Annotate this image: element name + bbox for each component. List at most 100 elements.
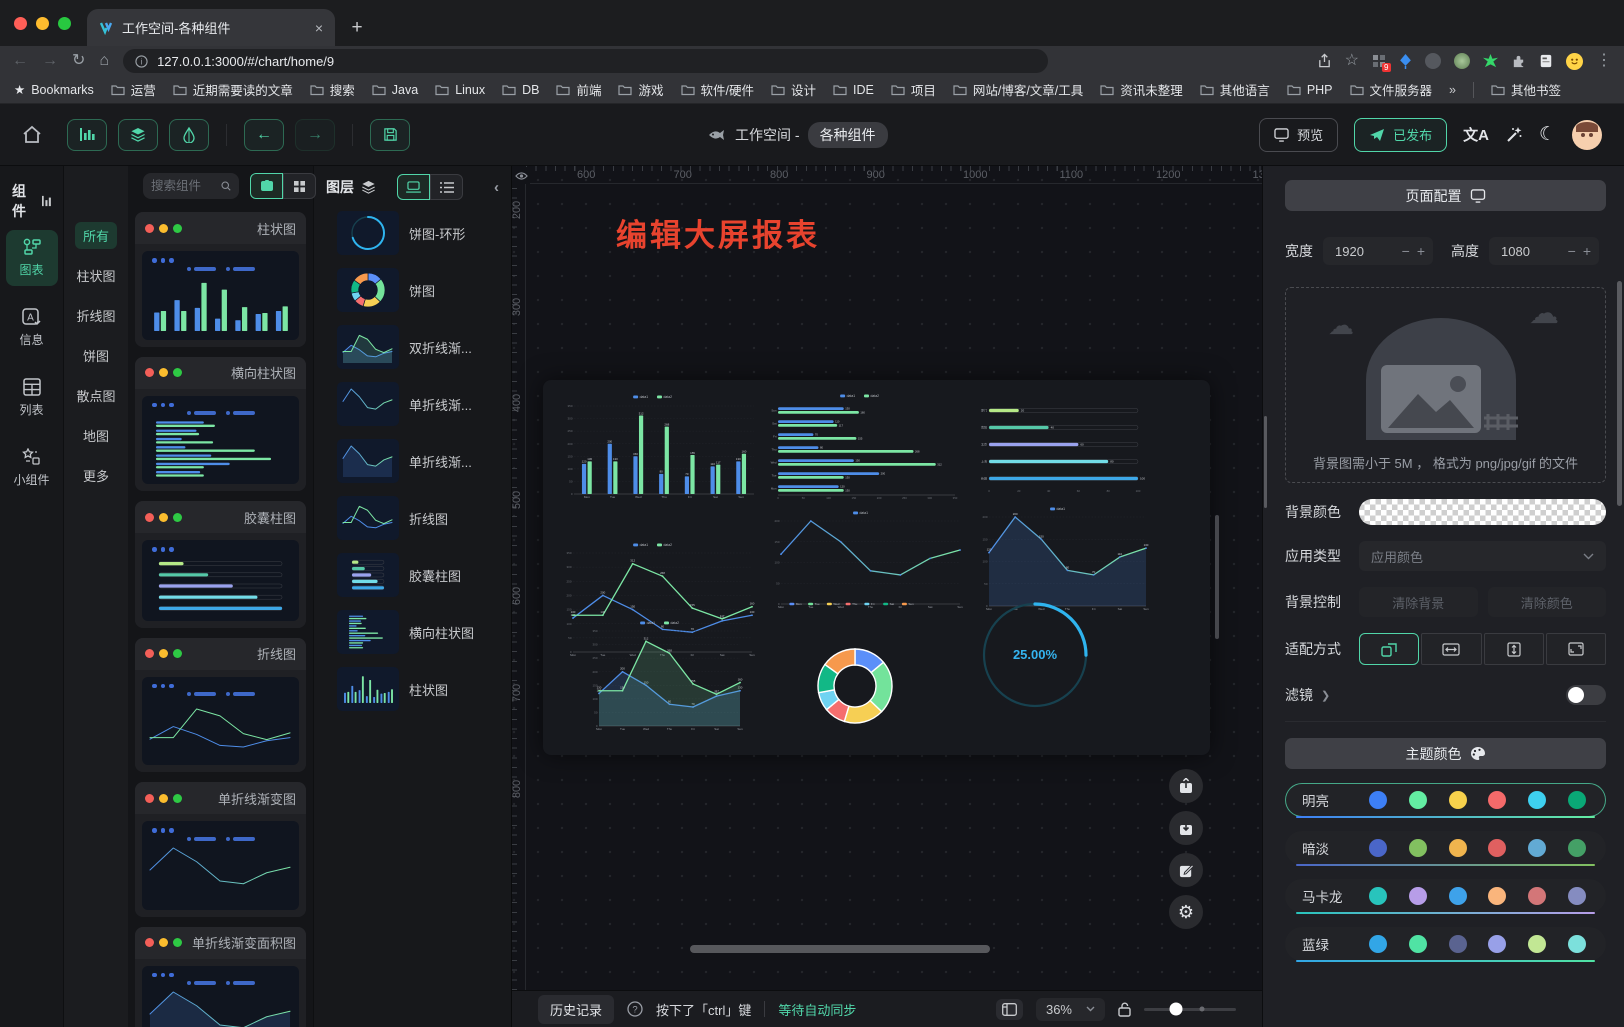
- dashboard-board[interactable]: 501001502002503003500data1data2120130Mon…: [543, 380, 1210, 755]
- preview-button[interactable]: 预览: [1259, 118, 1338, 152]
- zoom-slider[interactable]: [1144, 1008, 1236, 1011]
- window-scrollbar-thumb[interactable]: [1617, 281, 1622, 506]
- width-stepper[interactable]: 1920 −+: [1323, 237, 1433, 265]
- height-stepper[interactable]: 1080 −+: [1489, 237, 1599, 265]
- home-icon[interactable]: ⌂: [99, 53, 109, 69]
- zoom-slider-knob[interactable]: [1170, 1003, 1183, 1016]
- reload-icon[interactable]: ↻: [72, 53, 85, 69]
- layer-item[interactable]: 单折线渐...: [334, 436, 501, 486]
- kite-extension-icon[interactable]: [1399, 54, 1412, 69]
- config-toggle-button[interactable]: [169, 119, 209, 151]
- theme-row-2[interactable]: 马卡龙: [1285, 879, 1606, 913]
- component-card[interactable]: 柱状图: [135, 212, 306, 347]
- fit-scale-button[interactable]: [1359, 633, 1419, 665]
- browser-tab[interactable]: 工作空间-各种组件 ×: [87, 9, 335, 46]
- height-plus-button[interactable]: +: [1583, 243, 1591, 259]
- layer-item[interactable]: 单折线渐...: [334, 379, 501, 429]
- height-minus-button[interactable]: −: [1568, 243, 1576, 259]
- canvas-title-text[interactable]: 编辑大屏报表: [616, 210, 820, 255]
- bookmark-folder[interactable]: Linux: [435, 80, 485, 99]
- chart-pie-donut[interactable]: MonTueWedThuFriSatSun: [730, 598, 980, 748]
- zoom-select[interactable]: 36%: [1036, 998, 1105, 1021]
- category-item[interactable]: 柱状图: [68, 262, 123, 289]
- layer-item[interactable]: 饼图: [334, 265, 501, 315]
- bookmark-folder[interactable]: 设计: [771, 80, 816, 99]
- user-avatar[interactable]: [1572, 120, 1602, 150]
- bg-color-swatch[interactable]: [1359, 499, 1606, 525]
- lock-open-icon[interactable]: [1118, 1002, 1131, 1017]
- close-window-button[interactable]: [14, 17, 27, 30]
- address-bar[interactable]: i 127.0.0.1:3000/#/chart/home/9: [123, 49, 1048, 73]
- fit-height-button[interactable]: [1484, 633, 1544, 665]
- bookmark-folder[interactable]: 资讯未整理: [1100, 80, 1183, 99]
- chart-bar[interactable]: 501001502002503003500data1data2120130Mon…: [557, 392, 757, 504]
- bookmarks-manager[interactable]: ★Bookmarks: [14, 82, 94, 97]
- language-switch-icon[interactable]: 文A: [1463, 124, 1489, 145]
- bookmark-folder[interactable]: 文件服务器: [1350, 80, 1433, 99]
- dark-mode-moon-icon[interactable]: ☾: [1539, 123, 1556, 146]
- edit-button[interactable]: [1169, 853, 1203, 887]
- theme-color-header[interactable]: 主题颜色: [1285, 738, 1606, 769]
- app-home-icon[interactable]: [22, 125, 42, 144]
- bookmark-folder[interactable]: 网站/博客/文章/工具: [953, 80, 1083, 99]
- sidebar-item-3[interactable]: 小组件: [6, 440, 58, 496]
- macos-traffic-lights[interactable]: [0, 0, 87, 46]
- dark-circle-extension-icon[interactable]: [1425, 53, 1441, 69]
- category-item[interactable]: 散点图: [68, 382, 123, 409]
- width-minus-button[interactable]: −: [1402, 243, 1410, 259]
- component-card[interactable]: 横向柱状图: [135, 357, 306, 492]
- grid-view-button[interactable]: [283, 173, 316, 199]
- sidebar-item-0[interactable]: 图表: [6, 230, 58, 286]
- fit-stretch-button[interactable]: [1546, 633, 1606, 665]
- publish-button[interactable]: 已发布: [1354, 118, 1447, 152]
- project-name-pill[interactable]: 各种组件: [808, 122, 888, 148]
- site-info-icon[interactable]: i: [135, 55, 148, 68]
- component-card[interactable]: 折线图: [135, 638, 306, 773]
- layer-item[interactable]: 饼图-环形: [334, 208, 501, 258]
- layer-item[interactable]: 柱状图: [334, 664, 501, 714]
- bookmarks-overflow-chevron[interactable]: »: [1449, 83, 1456, 97]
- vertical-scrollbar[interactable]: [1215, 515, 1219, 639]
- app-type-select[interactable]: 应用颜色: [1359, 541, 1606, 571]
- bookmark-folder[interactable]: 项目: [891, 80, 936, 99]
- filter-expand-chevron[interactable]: ❯: [1321, 689, 1330, 702]
- category-item[interactable]: 地图: [75, 422, 117, 449]
- tab-close-icon[interactable]: ×: [315, 20, 323, 36]
- forward-icon[interactable]: →: [42, 53, 58, 69]
- layers-toggle-button[interactable]: [118, 119, 158, 151]
- search-input[interactable]: [151, 179, 221, 193]
- green-circle-extension-icon[interactable]: [1454, 53, 1470, 69]
- browser-menu-icon[interactable]: ⋮: [1596, 53, 1612, 69]
- sidebar-item-1[interactable]: A信息: [6, 300, 58, 356]
- theme-row-0[interactable]: 明亮: [1285, 783, 1606, 817]
- green-star-extension-icon[interactable]: [1483, 54, 1498, 69]
- minimize-window-button[interactable]: [36, 17, 49, 30]
- layer-item[interactable]: 折线图: [334, 493, 501, 543]
- clear-background-button[interactable]: 清除背景: [1359, 587, 1478, 617]
- bookmark-folder[interactable]: PHP: [1287, 80, 1333, 99]
- canvas-area[interactable]: 6007008009001000110012001300 20030040050…: [512, 166, 1262, 990]
- single-column-view-button[interactable]: [250, 173, 283, 199]
- chart-capsule[interactable]: 厦门20南阳40北京60上海80新疆100020406080100: [971, 394, 1151, 498]
- clear-color-button[interactable]: 清除颜色: [1488, 587, 1607, 617]
- component-search[interactable]: [143, 173, 239, 199]
- panel-scrollbar-thumb[interactable]: [1264, 416, 1267, 508]
- components-toggle-button[interactable]: [67, 119, 107, 151]
- page-config-header[interactable]: 页面配置: [1285, 180, 1606, 211]
- chart-area-dual-gradient[interactable]: 501001502002503003500data1data2120200150…: [583, 618, 745, 736]
- bookmark-folder[interactable]: 游戏: [618, 80, 663, 99]
- chart-horizontal-bar[interactable]: data1data2050100150200250300350Sun130160…: [763, 392, 965, 504]
- bookmark-folder[interactable]: Java: [372, 80, 418, 99]
- share-icon[interactable]: [1317, 53, 1332, 69]
- layer-list-view-button[interactable]: [430, 174, 463, 200]
- layer-item[interactable]: 双折线渐...: [334, 322, 501, 372]
- bookmark-folder[interactable]: IDE: [833, 80, 874, 99]
- category-item[interactable]: 更多: [75, 462, 117, 489]
- magic-wand-icon[interactable]: [1505, 126, 1523, 144]
- puzzle-extension-icon[interactable]: [1511, 54, 1526, 69]
- theme-row-1[interactable]: 暗淡: [1285, 831, 1606, 865]
- filter-toggle[interactable]: [1566, 685, 1606, 705]
- category-item[interactable]: 饼图: [75, 342, 117, 369]
- layer-item[interactable]: 横向柱状图: [334, 607, 501, 657]
- save-button[interactable]: [370, 119, 410, 151]
